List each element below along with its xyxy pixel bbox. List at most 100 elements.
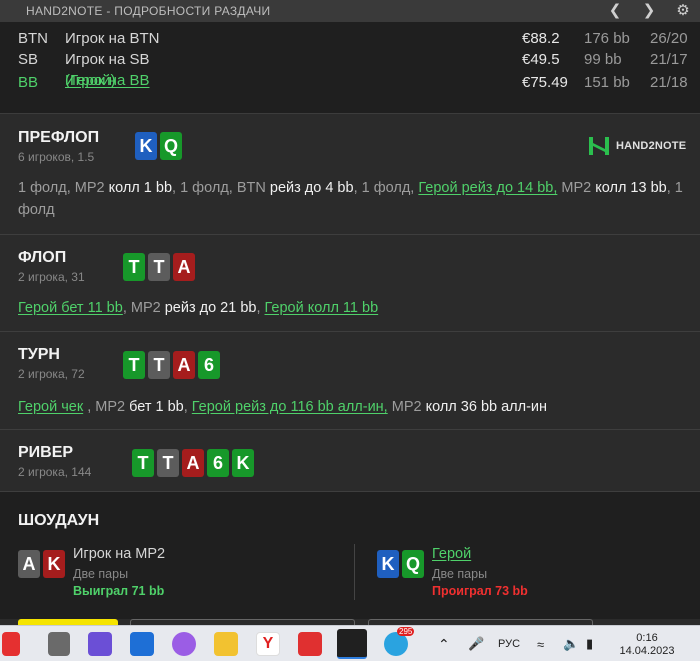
street-flop: ФЛОП 2 игрока, 31 TTA Герой бет 11 bb, М…: [0, 235, 700, 332]
action-line: 1 фолд, МР2 колл 1 bb, 1 фолд, BTN рейз …: [18, 177, 688, 221]
folder-icon[interactable]: [214, 632, 238, 656]
hero-action[interactable]: Герой чек: [18, 399, 83, 415]
playing-card: T: [123, 253, 145, 281]
street-turn: ТУРН 2 игрока, 72 TTA6 Герой чек , МР2 б…: [0, 332, 700, 430]
window-title: HAND2NOTE - ПОДРОБНОСТИ РАЗДАЧИ: [26, 4, 271, 18]
player-name[interactable]: Игрок на SB: [65, 51, 149, 68]
action-line: Герой бет 11 bb, МР2 рейз до 21 bb, Геро…: [18, 297, 688, 319]
action-text: ,: [256, 300, 265, 316]
showdown-title: ШОУДАУН: [18, 512, 100, 529]
hero-action[interactable]: Герой колл 11 bb: [265, 300, 379, 316]
street-subtitle: 2 игрока, 31: [18, 270, 85, 284]
language-indicator[interactable]: РУС: [498, 626, 520, 661]
start-icon[interactable]: [2, 632, 20, 656]
board-cards: TTA: [123, 253, 195, 281]
video-call-icon[interactable]: [88, 632, 112, 656]
playing-card: A: [18, 550, 40, 578]
action-text: МР2: [557, 180, 596, 196]
hero-suffix: (Герой): [65, 72, 116, 89]
street-subtitle: 2 игрока, 144: [18, 465, 92, 479]
street-subtitle: 2 игрока, 72: [18, 367, 85, 381]
action-text: рейз до 4 bb: [269, 180, 354, 196]
hero-action[interactable]: Герой рейз до 116 bb алл-ин,: [192, 399, 388, 415]
hero-action[interactable]: Герой рейз до 14 bb,: [418, 180, 557, 196]
player-stats: 26/20: [650, 30, 688, 47]
hand2note-taskbar-icon[interactable]: [337, 629, 367, 659]
yandex-browser-icon[interactable]: Y: [256, 632, 280, 656]
player-stack-money: €75.49: [522, 74, 568, 91]
action-text: ,: [183, 399, 192, 415]
action-text: 1 фолд, МР2: [18, 180, 109, 196]
title-bar: HAND2NOTE - ПОДРОБНОСТИ РАЗДАЧИ ❮ ❯ ⚙: [0, 0, 700, 22]
playing-card: T: [132, 449, 154, 477]
villain-cards: AK: [18, 550, 65, 578]
players-panel: BTN Игрок на BTN €88.2 176 bb 26/20 SB И…: [0, 22, 700, 114]
villain-hand: Две пары: [73, 567, 129, 581]
playing-card: A: [173, 351, 195, 379]
playing-card: K: [377, 550, 399, 578]
chevron-left-icon[interactable]: ❮: [598, 0, 632, 22]
os-taskbar: Y 295 ⌃ 🎤 РУС ≈ 🔈 ▮ 0:16 14.04.2023: [0, 625, 700, 661]
player-stack-bb: 151 bb: [584, 74, 630, 91]
playing-card: K: [43, 550, 65, 578]
hero-hand: Две пары: [432, 567, 488, 581]
gear-icon[interactable]: ⚙: [666, 0, 700, 22]
hero-name[interactable]: Герой: [432, 546, 471, 562]
player-row-bb-hero: BB Игрок на BB (Герой) €75.49 151 bb 21/…: [0, 72, 700, 94]
task-view-icon[interactable]: [48, 632, 70, 656]
hole-cards: KQ: [135, 132, 182, 160]
playing-card: Q: [160, 132, 182, 160]
playing-card: 6: [198, 351, 220, 379]
street-subtitle: 6 игроков, 1.5: [18, 150, 95, 164]
action-text: колл 13 bb: [595, 180, 667, 196]
showdown-divider: [354, 544, 355, 600]
playing-card: T: [148, 351, 170, 379]
player-name[interactable]: Игрок на BTN: [65, 30, 159, 47]
player-position: BTN: [18, 30, 48, 47]
playing-card: A: [182, 449, 204, 477]
action-text: бет 1 bb: [129, 399, 184, 415]
battery-icon[interactable]: ▮: [586, 626, 593, 661]
player-stack-money: €88.2: [522, 30, 560, 47]
assistant-icon[interactable]: [172, 632, 196, 656]
street-title: ТУРН: [18, 346, 60, 363]
wifi-icon[interactable]: ≈: [537, 626, 544, 661]
player-row-btn: BTN Игрок на BTN €88.2 176 bb 26/20: [0, 30, 700, 52]
action-line: Герой чек , МР2 бет 1 bb, Герой рейз до …: [18, 396, 688, 418]
action-text: МР2: [387, 399, 426, 415]
action-text: , 1 фолд, BTN: [172, 180, 270, 196]
player-stack-bb: 176 bb: [584, 30, 630, 47]
mail-icon[interactable]: [130, 632, 154, 656]
player-position: SB: [18, 51, 39, 68]
playing-card: T: [123, 351, 145, 379]
action-text: рейз до 21 bb: [164, 300, 257, 316]
playing-card: T: [157, 449, 179, 477]
player-row-sb: SB Игрок на SB €49.5 99 bb 21/17: [0, 51, 700, 73]
volume-icon[interactable]: 🔈: [563, 626, 579, 661]
hero-result: Проиграл 73 bb: [432, 584, 528, 598]
telegram-badge: 295: [397, 627, 415, 636]
microphone-icon[interactable]: 🎤: [468, 626, 484, 661]
hero-action[interactable]: Герой бет 11 bb: [18, 300, 123, 316]
playing-card: 6: [207, 449, 229, 477]
chevron-right-icon[interactable]: ❯: [632, 0, 666, 22]
player-stack-money: €49.5: [522, 51, 560, 68]
street-preflop: ПРЕФЛОП 6 игроков, 1.5 KQ HAND2NOTE 1 фо…: [0, 115, 700, 235]
playing-card: K: [232, 449, 254, 477]
villain-name[interactable]: Игрок на МР2: [73, 546, 165, 562]
clock[interactable]: 0:16 14.04.2023: [614, 632, 680, 658]
hero-cards: KQ: [377, 550, 424, 578]
window-controls: ❮ ❯ ⚙: [598, 0, 700, 22]
player-stats: 21/17: [650, 51, 688, 68]
action-text: колл 36 bb алл-ин: [425, 399, 548, 415]
villain-result: Выиграл 71 bb: [73, 584, 165, 598]
player-position: BB: [18, 74, 39, 91]
action-text: , МР2: [122, 300, 165, 316]
clock-date: 14.04.2023: [619, 645, 675, 657]
showdown-section: ШОУДАУН AK Игрок на МР2 Две пары Выиграл…: [0, 492, 700, 619]
playing-card: Q: [402, 550, 424, 578]
chevron-up-icon[interactable]: ⌃: [438, 626, 450, 661]
hand2note-logo: HAND2NOTE: [588, 135, 686, 157]
app-gear-icon[interactable]: [298, 632, 322, 656]
logo-text: HAND2NOTE: [616, 140, 687, 152]
